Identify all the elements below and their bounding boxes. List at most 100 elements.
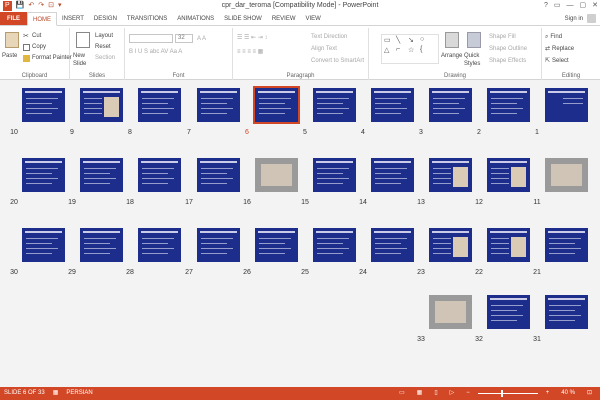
zoom-in-button[interactable]: + [542,387,554,400]
fit-slide-icon[interactable]: ⊡ [583,387,596,400]
slide-thumbnail[interactable] [429,295,472,329]
slide-thumbnail[interactable] [371,88,414,122]
tab-insert[interactable]: INSERT [57,12,89,25]
tab-design[interactable]: DESIGN [89,12,122,25]
cut-button[interactable]: ✂ Cut [23,32,41,40]
slide-thumbnail[interactable] [255,228,298,262]
star-shape-icon[interactable]: ☆ [408,46,414,54]
slide-thumbnail[interactable] [197,228,240,262]
quick-styles-button[interactable]: Quick Styles [464,52,486,68]
slide-thumbnail[interactable] [545,88,588,122]
close-button[interactable]: ✕ [592,0,598,12]
slide-thumbnail[interactable] [545,295,588,329]
slide-thumbnail[interactable] [313,158,356,192]
font-size-box[interactable]: 32 [175,34,193,43]
shape-fill-button[interactable]: Shape Fill [489,33,516,41]
slide-thumbnail[interactable] [487,158,530,192]
slide-thumbnail[interactable] [138,228,181,262]
tab-review[interactable]: REVIEW [267,12,301,25]
select-button[interactable]: ⇱ Select [545,57,569,65]
slide-thumbnail[interactable] [80,88,123,122]
slide-thumbnail[interactable] [80,228,123,262]
bracket-shape-icon[interactable]: ⌐ [396,46,400,53]
layout-button[interactable]: Layout [95,32,113,40]
new-slide-icon[interactable] [76,32,90,48]
shapes-gallery[interactable]: ▭ ╲ ↘ ○ △ ⌐ ☆ { [381,34,439,64]
slide-thumbnail[interactable] [487,295,530,329]
align-text-button[interactable]: Align Text [311,45,337,53]
slide-thumbnail[interactable] [80,158,123,192]
customize-qat-icon[interactable]: ▾ [58,1,62,11]
tab-transitions[interactable]: TRANSITIONS [122,12,172,25]
proofing-icon[interactable]: ▦ [49,387,63,400]
format-painter-button[interactable]: Format Painter [23,54,72,62]
tab-file[interactable]: FILE [0,12,27,25]
undo-icon[interactable]: ↶ [28,1,34,11]
slide-thumbnail[interactable] [138,158,181,192]
slide-thumbnail[interactable] [545,158,588,192]
help-button[interactable]: ? [544,0,548,12]
text-direction-button[interactable]: Text Direction [311,33,347,41]
present-icon[interactable]: ⊡ [48,1,54,11]
minimize-button[interactable]: — [567,0,574,12]
triangle-shape-icon[interactable]: △ [384,46,389,54]
slide-thumbnail[interactable] [313,88,356,122]
redo-icon[interactable]: ↷ [38,1,44,11]
new-slide-button[interactable]: New Slide [73,52,95,68]
tab-animations[interactable]: ANIMATIONS [172,12,219,25]
maximize-button[interactable]: ▢ [580,0,587,12]
slide-thumbnail[interactable] [22,158,65,192]
ribbon-display-button[interactable]: ▭ [554,0,561,12]
font-format-buttons[interactable]: B I U S abc AV Aa A [129,48,182,56]
zoom-slider-thumb[interactable] [500,390,503,397]
quick-styles-icon[interactable] [467,32,481,48]
reading-view-icon[interactable]: ▯ [430,387,441,400]
arrange-button[interactable]: Arrange [441,52,462,60]
line-shape-icon[interactable]: ╲ [396,36,400,44]
zoom-out-button[interactable]: − [462,387,474,400]
shape-effects-button[interactable]: Shape Effects [489,57,526,65]
slideshow-view-icon[interactable]: ▷ [446,387,459,400]
brace-shape-icon[interactable]: { [420,46,422,53]
zoom-slider[interactable] [477,390,538,397]
slide-thumbnail[interactable] [22,228,65,262]
slide-thumbnail[interactable] [22,88,65,122]
language-indicator[interactable]: PERSIAN [62,387,96,400]
slide-thumbnail[interactable] [487,228,530,262]
tab-view[interactable]: VIEW [301,12,326,25]
paste-button[interactable]: Paste [2,52,17,60]
section-button[interactable]: Section [95,54,115,62]
normal-view-icon[interactable]: ▭ [395,387,409,400]
ellipse-shape-icon[interactable]: ○ [420,36,424,43]
list-buttons[interactable]: ☰ ☰ ⇤ ⇥ ↕ [237,34,267,42]
slide-thumbnail[interactable] [138,88,181,122]
font-name-box[interactable] [129,34,173,43]
tab-home[interactable]: HOME [27,12,57,26]
slide-thumbnail[interactable] [429,158,472,192]
slide-thumbnail[interactable] [253,86,300,124]
slide-thumbnail[interactable] [313,228,356,262]
slide-thumbnail[interactable] [197,158,240,192]
convert-smartart-button[interactable]: Convert to SmartArt [311,57,364,65]
find-button[interactable]: ⌕ Find [545,33,562,41]
save-icon[interactable]: 💾 [16,1,25,11]
shape-outline-button[interactable]: Shape Outline [489,45,527,53]
slide-thumbnail[interactable] [545,228,588,262]
font-grow-shrink[interactable]: A A [197,35,206,43]
paste-icon[interactable] [5,32,19,48]
slide-thumbnail[interactable] [487,88,530,122]
slide-sorter-view-icon[interactable]: ▦ [413,387,427,400]
replace-button[interactable]: ⇄ Replace [545,45,574,53]
arrange-icon[interactable] [445,32,459,48]
avatar[interactable] [587,14,596,23]
sign-in-label[interactable]: Sign in [565,12,583,25]
slide-thumbnail[interactable] [429,88,472,122]
align-buttons[interactable]: ≡ ≡ ≡ ≡ ▦ [237,48,263,56]
tab-slide-show[interactable]: SLIDE SHOW [219,12,267,25]
rectangle-shape-icon[interactable]: ▭ [384,36,391,44]
slide-thumbnail[interactable] [371,158,414,192]
zoom-level[interactable]: 40 % [557,387,579,400]
slide-thumbnail[interactable] [197,88,240,122]
slide-thumbnail[interactable] [255,158,298,192]
copy-button[interactable]: Copy [23,43,46,51]
